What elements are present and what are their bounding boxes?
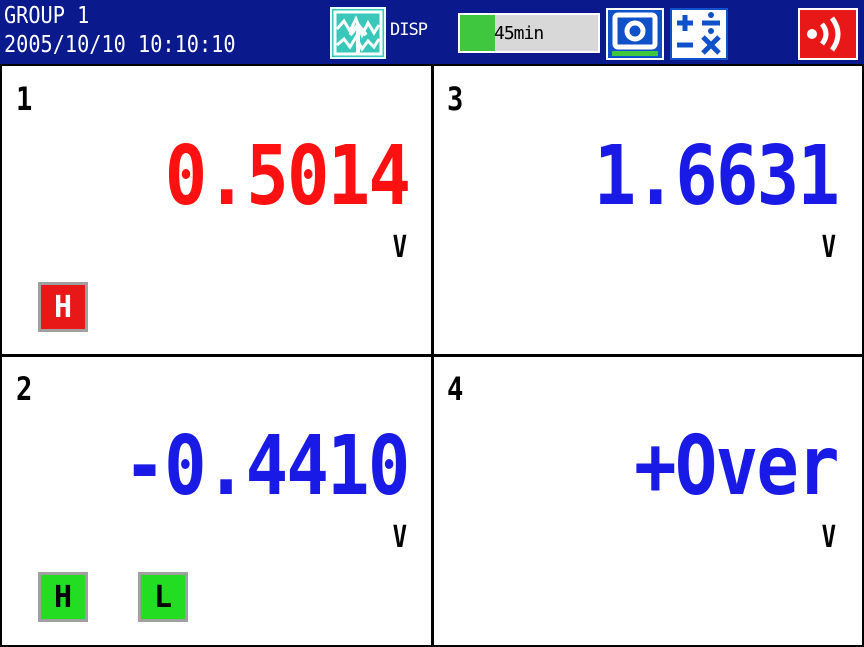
channel-panel-4[interactable]: 4 +Over V bbox=[435, 358, 860, 644]
channel-value: -0.4410 bbox=[123, 419, 411, 514]
channel-unit: V bbox=[392, 230, 407, 265]
channel-number: 3 bbox=[447, 80, 464, 118]
disp-time: 45min bbox=[494, 23, 544, 44]
date-time: 2005/10/10 10:10:10 bbox=[4, 32, 236, 58]
group-name[interactable]: GROUP 1 bbox=[4, 4, 89, 29]
snapshot-icon[interactable] bbox=[606, 8, 664, 60]
disp-progress-bar[interactable]: 45min bbox=[458, 13, 600, 53]
channel-unit: V bbox=[392, 520, 407, 555]
alarm-badge-low: L bbox=[138, 572, 188, 622]
alarm-badge-high: H bbox=[38, 572, 88, 622]
math-calc-icon[interactable] bbox=[670, 8, 728, 60]
horizontal-divider bbox=[0, 354, 864, 357]
channel-value: +Over bbox=[634, 419, 839, 514]
channel-unit: V bbox=[821, 520, 836, 555]
alarm-sound-icon[interactable] bbox=[798, 8, 858, 60]
alarm-badge-high: H bbox=[38, 282, 88, 332]
channel-number: 4 bbox=[447, 370, 464, 408]
disp-label: DISP bbox=[390, 20, 428, 40]
disp-progress-fill bbox=[460, 15, 495, 51]
channel-value: 1.6631 bbox=[593, 129, 840, 224]
channel-value: 0.5014 bbox=[164, 129, 411, 224]
channel-unit: V bbox=[821, 230, 836, 265]
channel-panel-3[interactable]: 3 1.6631 V bbox=[435, 68, 860, 354]
channel-number: 2 bbox=[16, 370, 33, 408]
channel-panel-2[interactable]: 2 -0.4410 V H L bbox=[4, 358, 431, 644]
channel-number: 1 bbox=[16, 80, 33, 118]
display-trend-icon[interactable] bbox=[330, 7, 386, 59]
channel-panel-1[interactable]: 1 0.5014 V H bbox=[4, 68, 431, 354]
status-bar: GROUP 1 2005/10/10 10:10:10 DISP 45min bbox=[0, 0, 864, 64]
